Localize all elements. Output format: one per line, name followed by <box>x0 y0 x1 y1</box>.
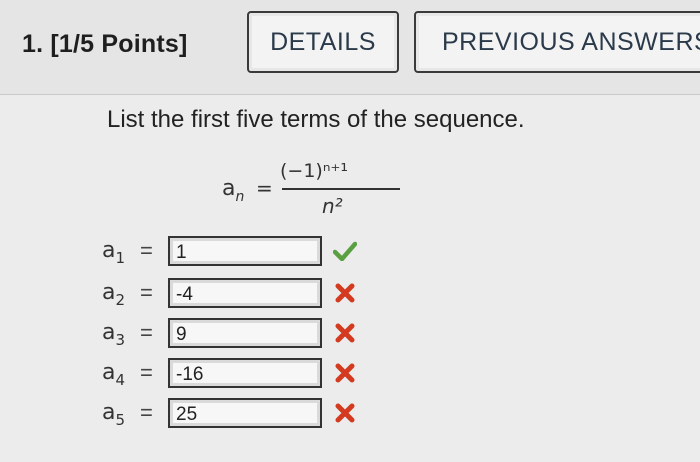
question-number: 1. [1/5 Points] <box>22 30 188 58</box>
equals-sign: = <box>140 360 153 385</box>
formula-lhs: an <box>222 176 245 205</box>
question-header: 1. [1/5 Points] DETAILS PREVIOUS ANSWERS <box>0 0 700 95</box>
x-icon <box>332 280 358 306</box>
details-button[interactable]: DETAILS <box>247 11 399 73</box>
equals-sign: = <box>140 238 153 263</box>
term-label: a1 <box>102 238 126 267</box>
formula-numerator: (−1)ⁿ⁺¹ <box>280 160 349 182</box>
formula-equals: = <box>256 176 273 200</box>
formula-denominator: n² <box>322 194 343 218</box>
equals-sign: = <box>140 320 153 345</box>
answer-field-a3[interactable]: 9 <box>168 318 322 348</box>
answer-field-a2[interactable]: -4 <box>168 278 322 308</box>
equals-sign: = <box>140 400 153 425</box>
check-icon <box>332 238 358 264</box>
fraction-bar <box>282 188 400 190</box>
question-prompt: List the first five terms of the sequenc… <box>107 106 525 133</box>
sequence-formula: an = (−1)ⁿ⁺¹ n² <box>222 160 402 230</box>
answer-field-a1[interactable]: 1 <box>168 236 322 266</box>
term-label: a3 <box>102 320 126 349</box>
answer-field-a5[interactable]: 25 <box>168 398 322 428</box>
x-icon <box>332 320 358 346</box>
term-label: a5 <box>102 400 126 429</box>
x-icon <box>332 360 358 386</box>
x-icon <box>332 400 358 426</box>
answer-field-a4[interactable]: -16 <box>168 358 322 388</box>
equals-sign: = <box>140 280 153 305</box>
previous-answers-button[interactable]: PREVIOUS ANSWERS <box>414 11 700 73</box>
term-label: a2 <box>102 280 126 309</box>
term-label: a4 <box>102 360 126 389</box>
